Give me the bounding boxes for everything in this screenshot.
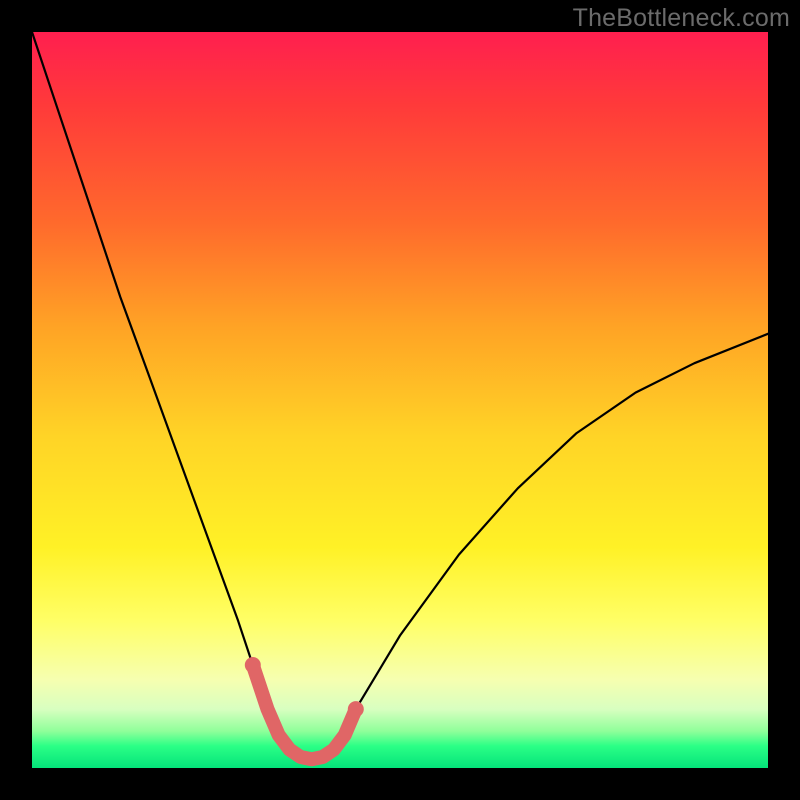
highlight-dot-end <box>348 701 364 717</box>
curve-layer <box>32 32 768 768</box>
highlight-dot-start <box>245 657 261 673</box>
bottleneck-highlight <box>253 665 356 759</box>
bottleneck-curve <box>32 32 768 759</box>
plot-area <box>32 32 768 768</box>
chart-frame: TheBottleneck.com <box>0 0 800 800</box>
watermark-text: TheBottleneck.com <box>573 4 790 33</box>
